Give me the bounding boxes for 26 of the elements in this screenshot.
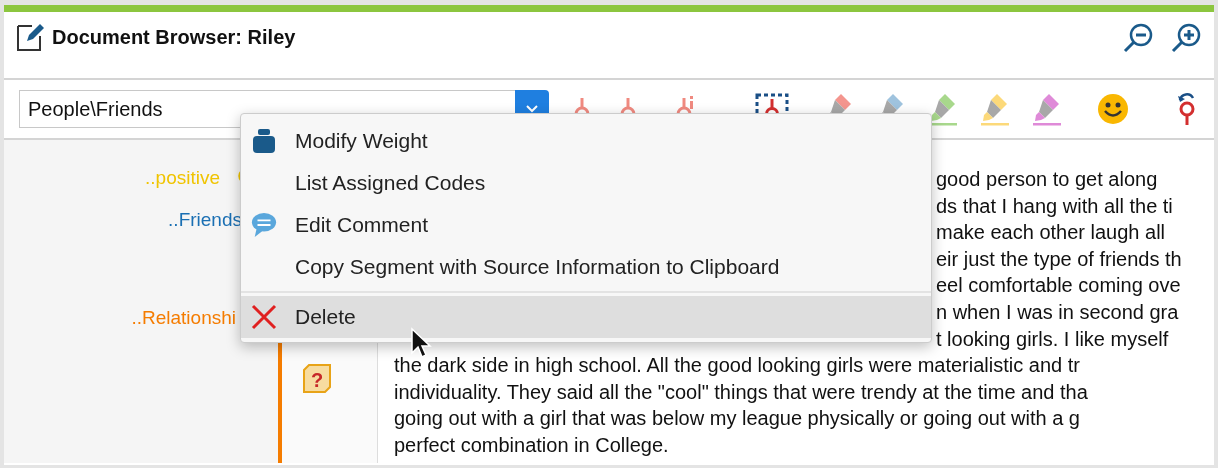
highlighter-icon[interactable]: [1031, 92, 1063, 126]
menu-item[interactable]: Delete: [241, 296, 931, 338]
menu-item[interactable]: List Assigned Codes: [241, 162, 931, 204]
smiley-icon[interactable]: [1097, 93, 1129, 125]
document-text-line: good person to get along: [936, 167, 1159, 192]
delete-icon: [251, 304, 277, 330]
document-text-line: going out with a girl that was below my league physically or going out with a g: [394, 406, 1081, 432]
edit-icon: [16, 22, 44, 52]
weight-icon: [251, 128, 277, 154]
window-title: Document Browser: Riley: [52, 25, 296, 50]
zoom-out-icon[interactable]: [1122, 22, 1154, 54]
menu-item[interactable]: Edit Comment: [241, 204, 931, 246]
document-text-line: eir just the type of friends th: [936, 246, 1183, 272]
highlighter-icon[interactable]: [979, 92, 1011, 126]
zoom-in-icon[interactable]: [1170, 22, 1202, 54]
document-text-line: ds that I hang with all the ti: [936, 193, 1174, 219]
menu-item[interactable]: Copy Segment with Source Information to Clipboard: [241, 246, 931, 288]
document-text-line: individuality. They said all the "cool" things that were trendy at the time and tha: [394, 379, 1089, 405]
document-text-line: the dark side in high school. All the good looking girls were materialistic and tr: [394, 353, 1081, 379]
code-label[interactable]: ..Friends: [168, 206, 242, 235]
document-text-line: eel comfortable coming ove: [936, 273, 1182, 299]
document-text-line: perfect combination in College.: [394, 432, 670, 458]
document-text-line: n when I was in second gra: [936, 299, 1180, 325]
memo-icon[interactable]: ?: [302, 364, 332, 394]
document-text-line: make each other laugh all: [936, 220, 1167, 246]
document-text-line: t looking girls. I like myself: [936, 326, 1170, 352]
